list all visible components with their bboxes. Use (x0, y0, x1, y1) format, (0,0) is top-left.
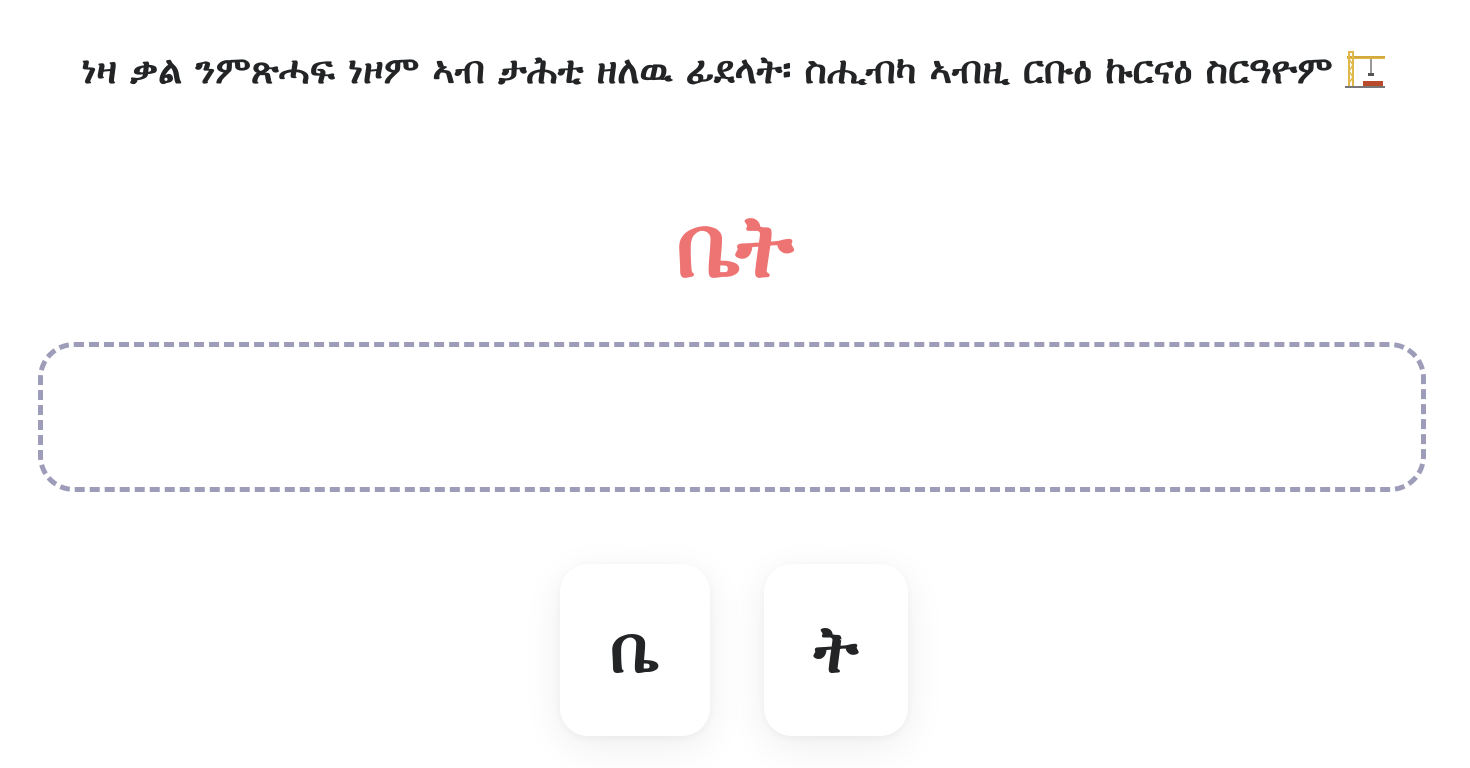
letter-tile[interactable]: ቤ (560, 564, 710, 736)
instruction-text: ነዛ ቃል ንምጽሓፍ ነዞም ኣብ ታሕቲ ዘለዉ ፊደላት፡ ስሒብካ ኣብ… (30, 40, 1440, 106)
target-word: ቤት (676, 197, 794, 297)
answer-drop-zone[interactable] (38, 342, 1426, 492)
letter-tile[interactable]: ት (764, 564, 908, 736)
construction-crane-icon (1343, 46, 1389, 106)
instruction-label: ነዛ ቃል ንምጽሓፍ ነዞም ኣብ ታሕቲ ዘለዉ ፊደላት፡ ስሒብካ ኣብ… (81, 48, 1333, 92)
